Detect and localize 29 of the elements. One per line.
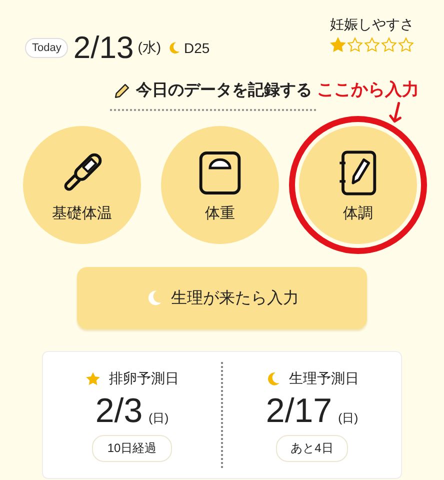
today-badge: Today bbox=[25, 38, 68, 58]
annotation-text: ここから入力 bbox=[317, 79, 419, 101]
arrow-icon bbox=[389, 102, 403, 124]
weekday-text: (日) bbox=[338, 410, 358, 427]
star-icon bbox=[381, 37, 397, 53]
star-icon bbox=[330, 37, 346, 53]
period-button[interactable]: 生理が来たら入力 bbox=[77, 267, 367, 329]
record-button[interactable]: 体重 bbox=[161, 126, 279, 244]
weekday-text: (水) bbox=[138, 39, 162, 57]
moon-icon bbox=[265, 371, 281, 387]
cycle-day-text: D25 bbox=[184, 40, 210, 56]
section-title: 今日のデータを記録する bbox=[136, 80, 312, 101]
prediction-label: 排卵予測日 bbox=[109, 370, 179, 388]
star-icon bbox=[364, 37, 380, 53]
days-badge: あと4日 bbox=[276, 435, 348, 462]
prediction-date: 2/17 bbox=[266, 392, 332, 431]
days-badge: 10日経過 bbox=[92, 435, 172, 462]
prediction-date: 2/3 bbox=[95, 392, 143, 431]
record-button[interactable]: 体調 bbox=[299, 126, 417, 244]
pencil-icon bbox=[114, 82, 130, 98]
star-icon bbox=[347, 37, 363, 53]
star-icon bbox=[85, 371, 101, 387]
star-icon bbox=[398, 37, 414, 53]
moon-icon bbox=[167, 41, 182, 55]
weekday-text: (日) bbox=[148, 410, 169, 427]
date-text: 2/13 bbox=[73, 30, 134, 66]
record-button[interactable]: 基礎体温 bbox=[23, 126, 141, 244]
prediction-label: 生理予測日 bbox=[289, 370, 359, 388]
fertility-label: 妊娠しやすさ bbox=[330, 16, 414, 34]
